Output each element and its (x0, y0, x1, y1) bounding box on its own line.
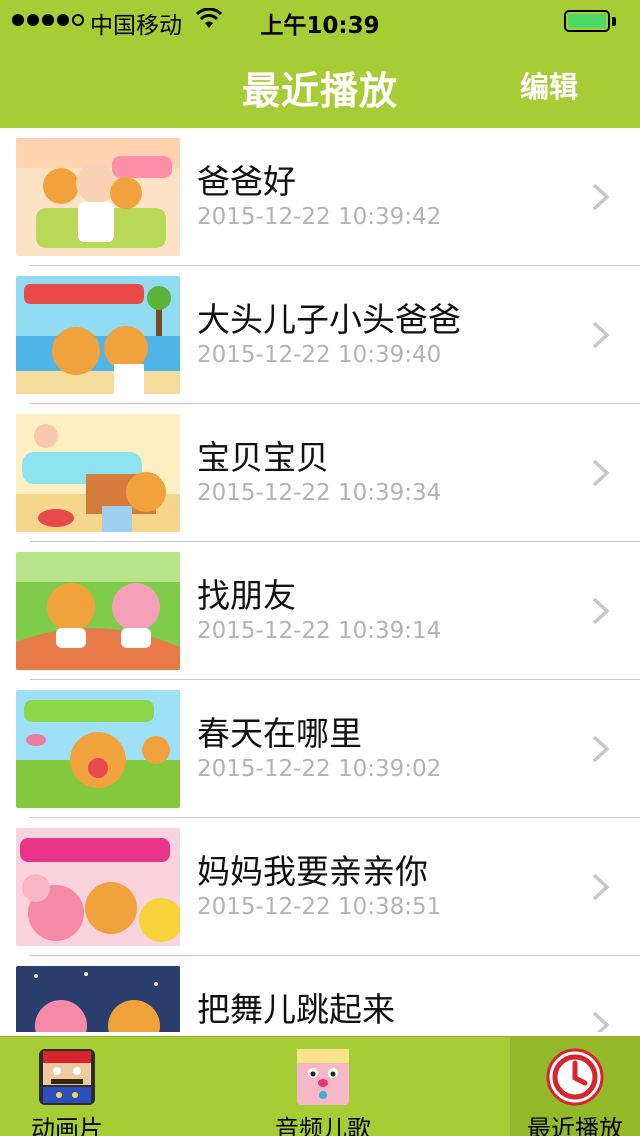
chevron-right-icon (592, 183, 610, 211)
video-thumbnail (16, 414, 180, 532)
tab-recent[interactable]: 最近播放 (510, 1037, 640, 1136)
video-thumbnail (16, 966, 180, 1032)
item-timestamp: 2015-12-22 10:39:34 (197, 480, 442, 506)
tab-bar: 动画片 音频儿歌 最近播放 (0, 1036, 640, 1136)
chevron-right-icon (592, 1011, 610, 1032)
list-item[interactable]: 爸爸好 2015-12-22 10:39:42 (0, 128, 640, 266)
chevron-right-icon (592, 873, 610, 901)
top-bar: 中国移动 上午10:39 最近播放 编辑 (0, 0, 640, 128)
status-bar: 中国移动 上午10:39 (0, 0, 640, 40)
recent-list[interactable]: 爸爸好 2015-12-22 10:39:42 大头儿子小头爸爸 2015-12… (0, 128, 640, 1032)
video-thumbnail (16, 138, 180, 256)
chevron-right-icon (592, 597, 610, 625)
music-box-icon (297, 1049, 349, 1105)
list-item[interactable]: 找朋友 2015-12-22 10:39:14 (0, 542, 640, 680)
item-timestamp: 2015-12-22 10:39:02 (197, 756, 442, 782)
tab-label: 最近播放 (527, 1115, 623, 1136)
chevron-right-icon (592, 459, 610, 487)
item-title: 宝贝宝贝 (197, 438, 329, 477)
list-item[interactable]: 大头儿子小头爸爸 2015-12-22 10:39:40 (0, 266, 640, 404)
list-item[interactable]: 宝贝宝贝 2015-12-22 10:39:34 (0, 404, 640, 542)
list-item[interactable]: 春天在哪里 2015-12-22 10:39:02 (0, 680, 640, 818)
video-thumbnail (16, 690, 180, 808)
chevron-right-icon (592, 321, 610, 349)
edit-button[interactable]: 编辑 (520, 64, 578, 106)
item-title: 大头儿子小头爸爸 (197, 300, 461, 339)
item-title: 找朋友 (197, 576, 296, 615)
item-timestamp: 2015-12-22 10:39:14 (197, 618, 442, 644)
battery-cap (612, 17, 616, 26)
list-item[interactable]: 妈妈我要亲亲你 2015-12-22 10:38:51 (0, 818, 640, 956)
item-title: 妈妈我要亲亲你 (197, 852, 428, 891)
cartoon-icon (39, 1049, 95, 1105)
item-title: 把舞儿跳起来 (197, 990, 395, 1029)
video-thumbnail (16, 552, 180, 670)
item-timestamp: 2015-12-22 10:38:51 (197, 894, 442, 920)
list-item[interactable]: 把舞儿跳起来 (0, 956, 640, 1032)
item-timestamp: 2015-12-22 10:39:40 (197, 342, 442, 368)
video-thumbnail (16, 828, 180, 946)
video-thumbnail (16, 276, 180, 394)
clock: 上午10:39 (260, 13, 380, 39)
item-title: 春天在哪里 (197, 714, 362, 753)
recent-clock-icon (546, 1048, 604, 1106)
tab-label: 音频儿歌 (275, 1115, 371, 1136)
item-timestamp: 2015-12-22 10:39:42 (197, 204, 442, 230)
battery-icon (564, 10, 610, 32)
tab-label: 动画片 (31, 1115, 103, 1136)
chevron-right-icon (592, 735, 610, 763)
tab-audio-songs[interactable]: 音频儿歌 (256, 1037, 390, 1136)
tab-cartoons[interactable]: 动画片 (0, 1037, 134, 1136)
item-title: 爸爸好 (197, 162, 296, 201)
